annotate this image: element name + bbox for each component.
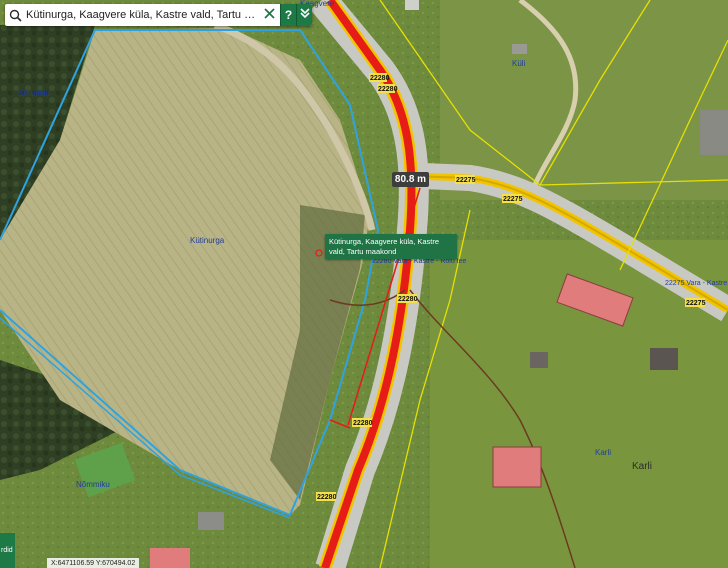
search-bar: Kütinurga, Kaagvere küla, Kastre vald, T…	[5, 4, 312, 26]
label-sillaniidu: Sillaniidu	[18, 89, 50, 98]
label-road-name-varakastre: 22275 Vara - Kastre	[665, 280, 727, 287]
building-top[interactable]	[405, 0, 419, 10]
distance-label: 80.8 m	[392, 172, 429, 187]
building-bottom-left[interactable]	[198, 512, 224, 530]
double-chevron-down-icon	[299, 6, 310, 24]
label-road-name-vara: 22280 Vara - Kastre - Roiu tee	[372, 258, 467, 265]
address-popup[interactable]: Kütinurga, Kaagvere küla, Kastre vald, T…	[325, 234, 457, 259]
coordinate-readout: X:6471106.59 Y:670494.02	[47, 558, 140, 568]
label-nommiku: Nõmmiku	[76, 480, 110, 489]
label-road-22280-d: 22280	[353, 420, 373, 427]
label-kuli: Küli	[512, 59, 526, 68]
map-canvas[interactable]: Sillaniidu Kütinurga Küli Karli Nõmmiku …	[0, 0, 728, 568]
label-road-22275-a: 22275	[503, 196, 523, 203]
help-button[interactable]: ?	[280, 4, 296, 26]
close-icon	[263, 6, 275, 24]
building-top-right[interactable]	[700, 110, 728, 155]
search-input[interactable]: Kütinurga, Kaagvere küla, Kastre vald, T…	[25, 9, 258, 21]
label-kutinurga: Kütinurga	[190, 236, 225, 245]
building-shed-2[interactable]	[530, 352, 548, 368]
label-karli-large: Karli	[632, 461, 652, 472]
building-roof-karli[interactable]	[492, 446, 542, 488]
label-road-22280-a: 22280	[378, 86, 398, 93]
building-kuli[interactable]	[512, 44, 527, 54]
search-icon[interactable]	[5, 4, 25, 26]
clear-search-button[interactable]	[258, 4, 280, 26]
expand-button[interactable]	[296, 4, 312, 26]
building-bottom-roof[interactable]	[150, 548, 190, 568]
label-road-22280-c: 22280	[317, 494, 337, 501]
label-road-22275-c: 22275	[686, 300, 706, 307]
label-road-22275-b: 22275	[456, 177, 476, 184]
label-road-22280-e: 22280	[370, 75, 390, 82]
label-karli-small: Karli	[595, 448, 611, 457]
layers-tab[interactable]: rdid	[0, 533, 15, 568]
label-road-22280-b: 22280	[398, 296, 418, 303]
building-shed-1[interactable]	[650, 348, 678, 370]
